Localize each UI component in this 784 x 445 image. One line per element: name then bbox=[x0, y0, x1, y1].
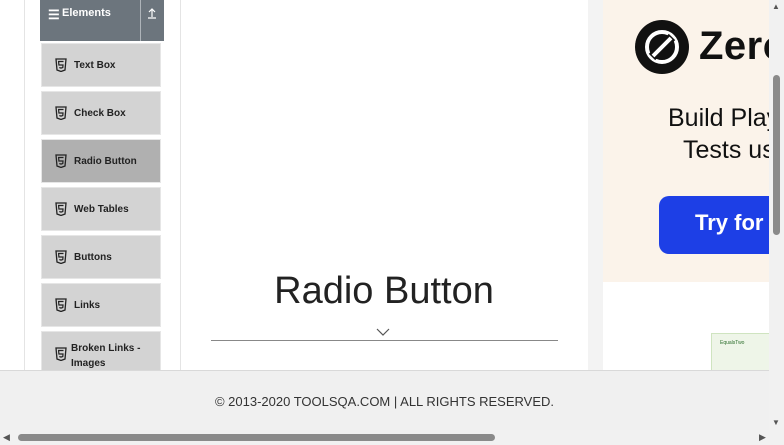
chevron-down-icon bbox=[375, 325, 391, 337]
ad-brand-name: Zero bbox=[699, 24, 769, 68]
ad-side-stripe bbox=[588, 0, 603, 370]
vertical-scroll-thumb[interactable] bbox=[773, 75, 780, 235]
ad-cta-button[interactable]: Try for fr bbox=[659, 196, 769, 254]
html5-icon bbox=[55, 298, 67, 313]
sidebar-item-buttons[interactable]: Buttons bbox=[41, 235, 161, 279]
sidebar-item-label: Web Tables bbox=[74, 204, 129, 215]
collapse-icon[interactable] bbox=[144, 6, 160, 24]
html5-icon bbox=[55, 58, 67, 73]
footer-copyright: © 2013-2020 TOOLSQA.COM | ALL RIGHTS RES… bbox=[214, 394, 555, 409]
sidebar-item-label: Radio Button bbox=[74, 156, 137, 167]
html5-icon bbox=[55, 154, 67, 169]
title-underline bbox=[211, 340, 558, 341]
html5-icon bbox=[55, 202, 67, 217]
sidebar: ☰ Elements Text Box Check Box Radio Butt… bbox=[40, 0, 164, 370]
horizontal-scrollbar[interactable]: ◀ ▶ bbox=[0, 430, 784, 445]
ad-headline-line2: Tests us bbox=[683, 136, 769, 164]
page-title: Radio Button bbox=[274, 270, 494, 312]
sidebar-item-label: Buttons bbox=[74, 252, 112, 263]
hamburger-icon: ☰ bbox=[48, 7, 60, 22]
html5-icon bbox=[55, 106, 67, 121]
group-label: Elements bbox=[62, 7, 111, 19]
ad-banner[interactable]: Zero Build Play Tests us Try for fr bbox=[603, 0, 769, 282]
advertisement[interactable]: Zero Build Play Tests us Try for fr Equa… bbox=[588, 0, 769, 370]
sidebar-item-label: Check Box bbox=[74, 108, 126, 119]
scroll-down-arrow-icon[interactable]: ▼ bbox=[772, 418, 780, 427]
scroll-up-arrow-icon[interactable]: ▲ bbox=[772, 2, 780, 11]
sidebar-item-label: Links bbox=[74, 300, 101, 311]
sidebar-item-check-box[interactable]: Check Box bbox=[41, 91, 161, 135]
sidebar-divider bbox=[180, 0, 181, 370]
brand-logo-icon bbox=[635, 20, 689, 74]
scroll-right-arrow-icon[interactable]: ▶ bbox=[759, 432, 766, 443]
vertical-scrollbar[interactable]: ▲ ▼ bbox=[769, 0, 784, 430]
sidebar-item-radio-button[interactable]: Radio Button bbox=[41, 139, 161, 183]
horizontal-scroll-thumb[interactable] bbox=[18, 434, 495, 441]
sidebar-item-broken-links-images[interactable]: Broken Links - Images bbox=[41, 331, 161, 370]
sidebar-item-label: Broken Links - Images bbox=[71, 343, 141, 369]
sidebar-item-links[interactable]: Links bbox=[41, 283, 161, 327]
sidebar-item-web-tables[interactable]: Web Tables bbox=[41, 187, 161, 231]
html5-icon bbox=[55, 250, 67, 265]
ad-product-label: EqualsTwo bbox=[720, 340, 745, 346]
header-divider bbox=[140, 0, 141, 41]
scroll-left-arrow-icon[interactable]: ◀ bbox=[3, 432, 10, 443]
html5-icon bbox=[55, 347, 67, 362]
sidebar-item-text-box[interactable]: Text Box bbox=[41, 43, 161, 87]
sidebar-item-label: Text Box bbox=[74, 60, 116, 71]
ad-product-image[interactable]: EqualsTwo bbox=[711, 333, 769, 370]
left-rail bbox=[0, 0, 25, 370]
elements-group-header[interactable]: ☰ Elements bbox=[40, 0, 164, 41]
footer: © 2013-2020 TOOLSQA.COM | ALL RIGHTS RES… bbox=[0, 370, 769, 430]
ad-headline-line1: Build Play bbox=[668, 104, 769, 132]
